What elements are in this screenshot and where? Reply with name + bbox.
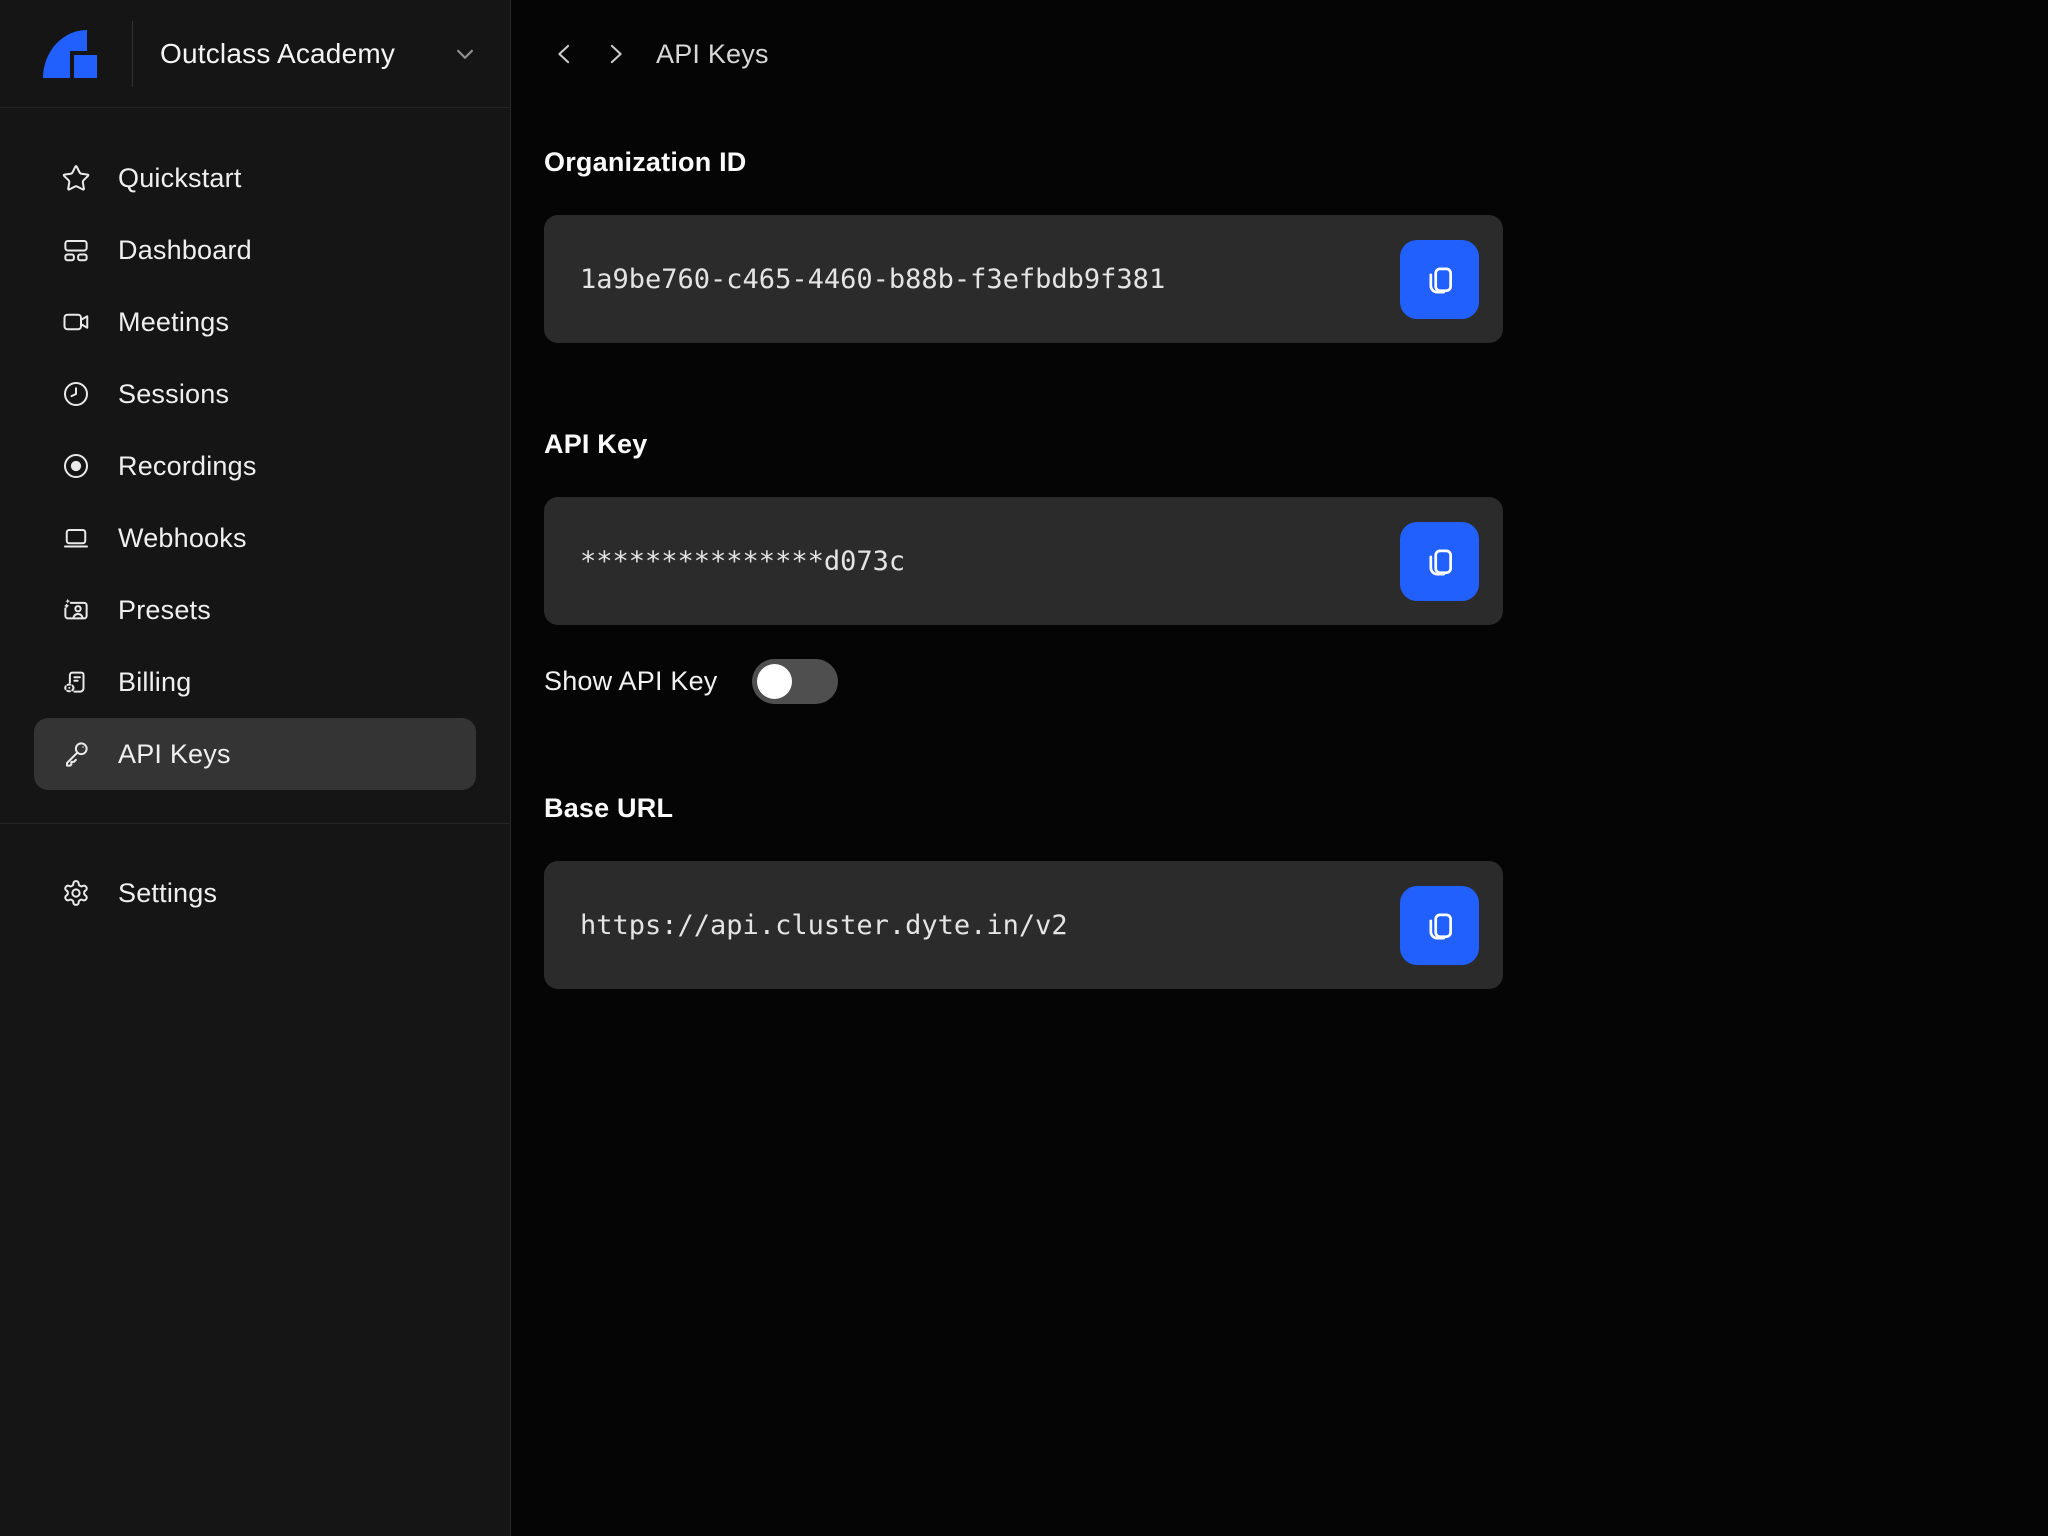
id-card-sparkle-icon — [61, 595, 91, 625]
chevron-right-icon[interactable] — [600, 39, 630, 69]
copy-organization-id-button[interactable] — [1400, 240, 1479, 319]
sidebar-item-label: Settings — [118, 878, 217, 909]
organization-id-value: 1a9be760-c465-4460-b88b-f3efbdb9f381 — [580, 264, 1400, 295]
api-key-label: API Key — [544, 428, 2048, 461]
sidebar-item-quickstart[interactable]: Quickstart — [34, 142, 476, 214]
video-camera-icon — [61, 307, 91, 337]
copy-api-key-button[interactable] — [1400, 522, 1479, 601]
sidebar: Outclass Academy Quickstart Dashboard — [0, 0, 511, 1536]
sidebar-item-webhooks[interactable]: Webhooks — [34, 502, 476, 574]
chevron-down-icon[interactable] — [450, 39, 480, 69]
dashboard-icon — [61, 235, 91, 265]
show-api-key-label: Show API Key — [544, 666, 718, 697]
chevron-left-icon[interactable] — [550, 39, 580, 69]
org-header-divider — [132, 21, 133, 87]
sidebar-item-label: Recordings — [118, 451, 257, 482]
copy-icon — [1421, 542, 1459, 580]
api-key-value: ***************d073c — [580, 546, 1400, 577]
sidebar-item-label: Webhooks — [118, 523, 247, 554]
sidebar-item-label: Dashboard — [118, 235, 252, 266]
base-url-label: Base URL — [544, 792, 2048, 825]
sidebar-item-sessions[interactable]: Sessions — [34, 358, 476, 430]
sidebar-divider — [0, 823, 510, 824]
sidebar-item-recordings[interactable]: Recordings — [34, 430, 476, 502]
show-api-key-row: Show API Key — [544, 659, 2048, 704]
base-url-field[interactable]: https://api.cluster.dyte.in/v2 — [544, 861, 1503, 989]
show-api-key-toggle[interactable] — [752, 659, 838, 704]
sidebar-item-label: API Keys — [118, 739, 231, 770]
sidebar-item-label: Quickstart — [118, 163, 242, 194]
organization-id-field[interactable]: 1a9be760-c465-4460-b88b-f3efbdb9f381 — [544, 215, 1503, 343]
toggle-knob — [757, 664, 792, 699]
dyte-logo — [43, 30, 99, 80]
base-url-value: https://api.cluster.dyte.in/v2 — [580, 910, 1400, 941]
sidebar-item-label: Meetings — [118, 307, 229, 338]
copy-icon — [1421, 260, 1459, 298]
gear-icon — [61, 878, 91, 908]
org-name: Outclass Academy — [160, 38, 395, 70]
sidebar-item-api-keys[interactable]: API Keys — [34, 718, 476, 790]
copy-base-url-button[interactable] — [1400, 886, 1479, 965]
sidebar-nav: Quickstart Dashboard Meetings Sessions — [0, 108, 510, 929]
org-switcher[interactable]: Outclass Academy — [0, 0, 510, 108]
sidebar-item-meetings[interactable]: Meetings — [34, 286, 476, 358]
clock-icon — [61, 379, 91, 409]
sidebar-item-dashboard[interactable]: Dashboard — [34, 214, 476, 286]
app-window: Outclass Academy Quickstart Dashboard — [0, 0, 2048, 1536]
sidebar-item-billing[interactable]: Billing — [34, 646, 476, 718]
copy-icon — [1421, 906, 1459, 944]
laptop-icon — [61, 523, 91, 553]
sidebar-item-presets[interactable]: Presets — [34, 574, 476, 646]
page-content: Organization ID 1a9be760-c465-4460-b88b-… — [511, 108, 2048, 989]
key-icon — [61, 739, 91, 769]
sidebar-item-settings[interactable]: Settings — [34, 857, 476, 929]
sidebar-item-label: Sessions — [118, 379, 229, 410]
organization-id-label: Organization ID — [544, 146, 2048, 179]
receipt-money-icon — [61, 667, 91, 697]
sidebar-item-label: Billing — [118, 667, 191, 698]
topbar: API Keys — [511, 0, 2048, 108]
main-area: API Keys Organization ID 1a9be760-c465-4… — [511, 0, 2048, 1536]
star-icon — [61, 163, 91, 193]
page-title: API Keys — [656, 39, 769, 70]
api-key-field[interactable]: ***************d073c — [544, 497, 1503, 625]
sidebar-item-label: Presets — [118, 595, 211, 626]
record-icon — [61, 451, 91, 481]
